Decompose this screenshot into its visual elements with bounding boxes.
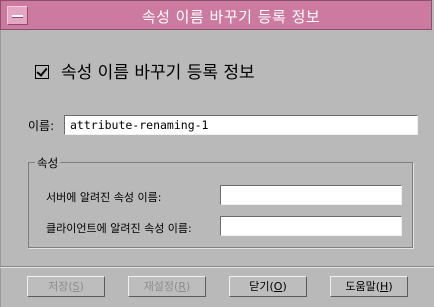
server-attribute-name-field[interactable] bbox=[220, 185, 402, 205]
reset-button[interactable]: 재설정(R) bbox=[128, 276, 206, 297]
help-button[interactable]: 도움말(H) bbox=[330, 276, 408, 297]
name-label: 이름: bbox=[28, 119, 55, 133]
server-attribute-name-label: 서버에 알려진 속성 이름: bbox=[46, 191, 162, 204]
name-field[interactable]: attribute-renaming-1 bbox=[64, 115, 418, 135]
button-separator bbox=[0, 266, 434, 268]
close-button[interactable]: 닫기(O) bbox=[229, 276, 307, 297]
page-title: 속성 이름 바꾸기 등록 정보 bbox=[61, 63, 255, 83]
client-attribute-name-field[interactable] bbox=[220, 216, 402, 236]
page-heading: 속성 이름 바꾸기 등록 정보 bbox=[35, 62, 255, 84]
checkbox-checked-icon bbox=[35, 65, 49, 79]
attribute-group-label: 속성 bbox=[35, 155, 61, 171]
window-menu-icon[interactable] bbox=[7, 6, 28, 25]
save-button[interactable]: 저장(S) bbox=[27, 276, 105, 297]
window-title: 속성 이름 바꾸기 등록 정보 bbox=[141, 8, 321, 26]
title-bar[interactable]: 속성 이름 바꾸기 등록 정보 bbox=[0, 0, 432, 30]
client-attribute-name-label: 클라이언트에 알려진 속성 이름: bbox=[46, 222, 192, 235]
